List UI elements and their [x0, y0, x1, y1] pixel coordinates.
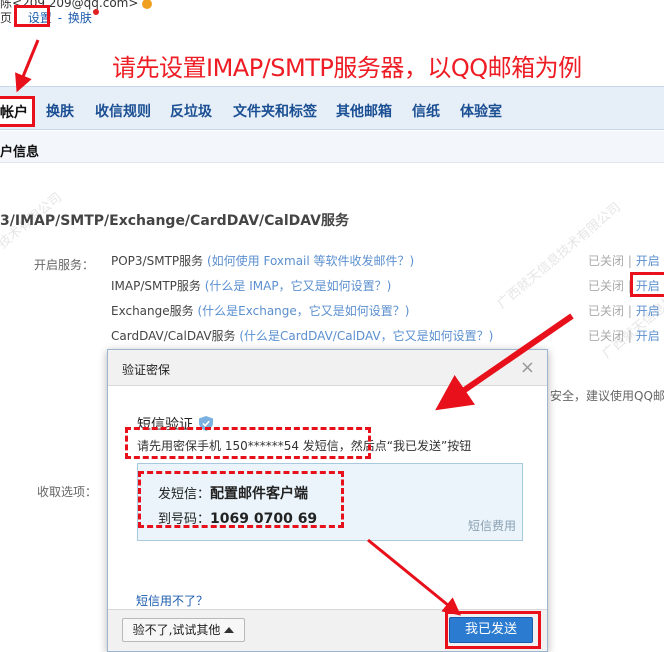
annotation-title: 请先设置IMAP/SMTP服务器，以QQ邮箱为例 — [112, 54, 582, 82]
dialog-header: 验证密保 × — [108, 350, 547, 386]
enable-services-label: 开启服务： — [34, 258, 95, 272]
status-carddav: 已关闭 | 开启 — [588, 329, 660, 343]
instruction-highlight-box — [125, 427, 371, 459]
sms-fee-link[interactable]: 短信费用 — [468, 517, 516, 534]
service-name: POP3/SMTP服务 — [111, 254, 204, 268]
enable-exchange-link[interactable]: 开启 — [636, 304, 660, 318]
tab-skin[interactable]: 换肤 — [46, 101, 74, 121]
status-text: 已关闭 — [588, 304, 625, 318]
service-help-link[interactable]: (如何使用 Foxmail 等软件收发邮件？) — [207, 254, 414, 268]
status-text: 已关闭 — [588, 329, 625, 343]
dialog-title: 验证密保 — [122, 363, 171, 377]
service-name: CardDAV/CalDAV服务 — [111, 329, 236, 343]
enable-carddav-link[interactable]: 开启 — [636, 329, 660, 343]
section-title: 户信息 — [0, 145, 40, 160]
sms-details-highlight-box — [138, 471, 344, 528]
tab-mail-rules[interactable]: 收信规则 — [95, 101, 151, 121]
settings-tab-bar: 帐户 换肤 收信规则 反垃圾 文件夹和标签 其他邮箱 信纸 体验室 — [0, 86, 664, 130]
service-help-link[interactable]: (什么是CardDAV/CalDAV，它又是如何设置？) — [239, 329, 493, 343]
service-name: Exchange服务 — [111, 304, 194, 318]
service-exchange: Exchange服务 (什么是Exchange，它又是如何设置？) — [111, 302, 409, 319]
tab-account[interactable]: 帐户 — [0, 96, 35, 127]
try-other-label: 验不了,试试其他 — [132, 623, 221, 637]
service-carddav: CardDAV/CalDAV服务 (什么是CardDAV/CalDAV，它又是如… — [111, 327, 493, 344]
service-help-link[interactable]: (什么是 IMAP，它又是如何设置？) — [205, 279, 392, 293]
new-dot-icon — [92, 9, 99, 15]
tab-folders-labels[interactable]: 文件夹和标签 — [233, 101, 317, 121]
service-help-link[interactable]: (什么是Exchange，它又是如何设置？) — [197, 304, 409, 318]
settings-highlight-box — [14, 5, 50, 27]
verify-dialog: 验证密保 × 短信验证 请先用密保手机 150******54 发短信，然后点“… — [107, 349, 548, 652]
status-text: 已关闭 — [588, 254, 625, 268]
service-name: IMAP/SMTP服务 — [111, 279, 201, 293]
tab-stationery[interactable]: 信纸 — [412, 101, 440, 121]
enable-imap-highlight-box — [630, 272, 664, 297]
security-note: 安全，建议使用QQ邮 — [550, 389, 664, 403]
home-link-suffix[interactable]: 页 — [0, 11, 12, 25]
caret-up-icon — [224, 627, 235, 633]
tab-anti-spam[interactable]: 反垃圾 — [170, 101, 212, 121]
tab-lab[interactable]: 体验室 — [460, 101, 502, 121]
sent-button-highlight-box — [445, 611, 541, 649]
status-text: 已关闭 — [588, 279, 625, 293]
sms-unavailable-link[interactable]: 短信用不了？ — [136, 592, 208, 609]
service-imap: IMAP/SMTP服务 (什么是 IMAP，它又是如何设置？) — [111, 277, 391, 294]
link-separator: - — [57, 11, 63, 25]
warning-icon — [142, 0, 153, 9]
tab-other-mailboxes[interactable]: 其他邮箱 — [336, 101, 392, 121]
receive-options-label: 收取选项： — [37, 485, 98, 499]
arrow-to-account-tab — [15, 39, 40, 93]
service-pop3: POP3/SMTP服务 (如何使用 Foxmail 等软件收发邮件？) — [111, 252, 414, 269]
skin-link[interactable]: 换肤 — [68, 11, 92, 25]
status-exchange: 已关闭 | 开启 — [588, 304, 660, 318]
section-header: 户信息 — [0, 131, 664, 163]
try-other-method-button[interactable]: 验不了,试试其他 — [122, 618, 245, 642]
enable-pop3-link[interactable]: 开启 — [636, 254, 660, 268]
close-icon[interactable]: × — [520, 357, 535, 378]
status-pop3: 已关闭 | 开启 — [588, 254, 660, 268]
top-bar: 陈<209 209@qq.com> 页 设置 - 换肤 — [0, 0, 664, 28]
services-title: 3/IMAP/SMTP/Exchange/CardDAV/CalDAV服务 — [0, 213, 350, 229]
